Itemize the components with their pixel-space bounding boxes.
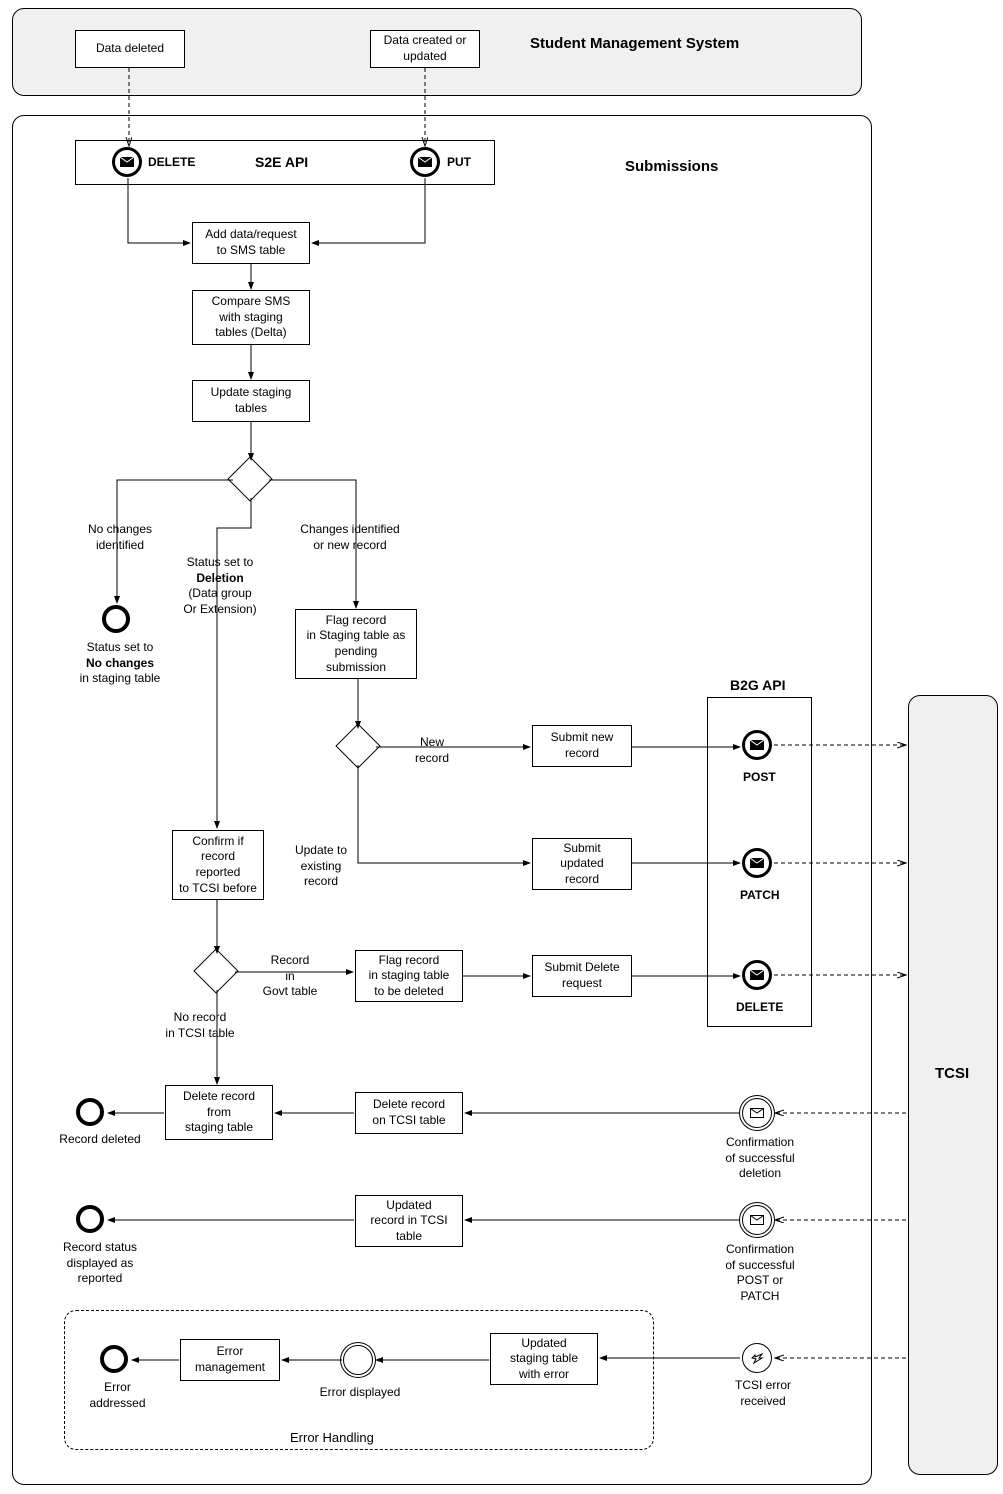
task-add-data: Add data/request to SMS table	[192, 222, 310, 264]
label-update-existing: Update to existing record	[286, 843, 356, 890]
task-update-staging: Update staging tables	[192, 380, 310, 422]
label-no-record-tcsi: No record in TCSI table	[155, 1010, 245, 1041]
pool-tcsi	[908, 695, 998, 1475]
task-submit-updated: Submit updated record	[532, 838, 632, 890]
task-updated-tcsi: Updated record in TCSI table	[355, 1195, 463, 1247]
event-conf-deletion-label: Confirmation of successful deletion	[715, 1135, 805, 1182]
label-new-record: New record	[402, 735, 462, 766]
event-conf-postpatch	[742, 1205, 772, 1235]
end-error-addressed-label: Error addressed	[80, 1380, 155, 1411]
end-no-changes	[102, 605, 130, 633]
b2g-delete-label: DELETE	[736, 1000, 783, 1016]
b2g-post-label: POST	[743, 770, 776, 786]
b2g-patch-label: PATCH	[740, 888, 780, 904]
s2e-title: S2E API	[255, 153, 308, 171]
pool-tcsi-title: TCSI	[935, 1065, 969, 1082]
envelope-icon	[750, 740, 764, 750]
s2e-put-label: PUT	[447, 155, 471, 171]
end-record-reported	[76, 1205, 104, 1233]
envelope-icon	[418, 157, 432, 167]
b2g-patch-event	[742, 848, 772, 878]
label-no-changes: No changes identified	[75, 522, 165, 553]
event-error-displayed	[343, 1345, 373, 1375]
envelope-icon	[750, 858, 764, 868]
event-tcsi-error	[742, 1343, 772, 1373]
task-error-mgmt: Error management	[180, 1339, 280, 1381]
end-error-addressed	[100, 1345, 128, 1373]
pool-submissions-title: Submissions	[625, 158, 718, 175]
envelope-icon	[750, 970, 764, 980]
end-record-deleted	[76, 1098, 104, 1126]
event-error-displayed-label: Error displayed	[315, 1385, 405, 1401]
task-delete-staging: Delete record from staging table	[165, 1085, 273, 1140]
error-handling-title: Error Handling	[290, 1430, 374, 1447]
event-conf-postpatch-label: Confirmation of successful POST or PATCH	[715, 1242, 805, 1304]
end-record-reported-label: Record status displayed as reported	[50, 1240, 150, 1287]
pool-sms-title: Student Management System	[530, 35, 739, 52]
label-deletion: Status set toDeletion(Data groupOr Exten…	[170, 555, 270, 617]
s2e-put-event	[410, 147, 440, 177]
task-delete-tcsi: Delete record on TCSI table	[355, 1092, 463, 1134]
event-conf-deletion	[742, 1098, 772, 1128]
envelope-icon	[750, 1108, 764, 1118]
end-no-changes-label: Status set toNo changesin staging table	[70, 640, 170, 687]
task-confirm-reported: Confirm if record reported to TCSI befor…	[172, 830, 264, 900]
task-flag-delete: Flag record in staging table to be delet…	[355, 950, 463, 1002]
task-submit-delete: Submit Delete request	[532, 955, 632, 997]
event-tcsi-error-label: TCSI error received	[728, 1378, 798, 1409]
envelope-icon	[750, 1215, 764, 1225]
s2e-delete-event	[112, 147, 142, 177]
s2e-delete-label: DELETE	[148, 155, 195, 171]
task-updated-staging-err: Updated staging table with error	[490, 1333, 598, 1385]
b2g-delete-event	[742, 960, 772, 990]
label-in-govt: Record in Govt table	[255, 953, 325, 1000]
task-compare: Compare SMS with staging tables (Delta)	[192, 290, 310, 345]
box-data-created: Data created or updated	[370, 30, 480, 68]
b2g-title: B2G API	[730, 676, 786, 694]
end-record-deleted-label: Record deleted	[50, 1132, 150, 1148]
task-flag-pending: Flag record in Staging table as pending …	[295, 609, 417, 679]
b2g-post-event	[742, 730, 772, 760]
task-submit-new: Submit new record	[532, 725, 632, 767]
box-data-deleted: Data deleted	[75, 30, 185, 68]
label-changes: Changes identified or new record	[285, 522, 415, 553]
envelope-icon	[120, 157, 134, 167]
error-icon	[750, 1351, 764, 1365]
